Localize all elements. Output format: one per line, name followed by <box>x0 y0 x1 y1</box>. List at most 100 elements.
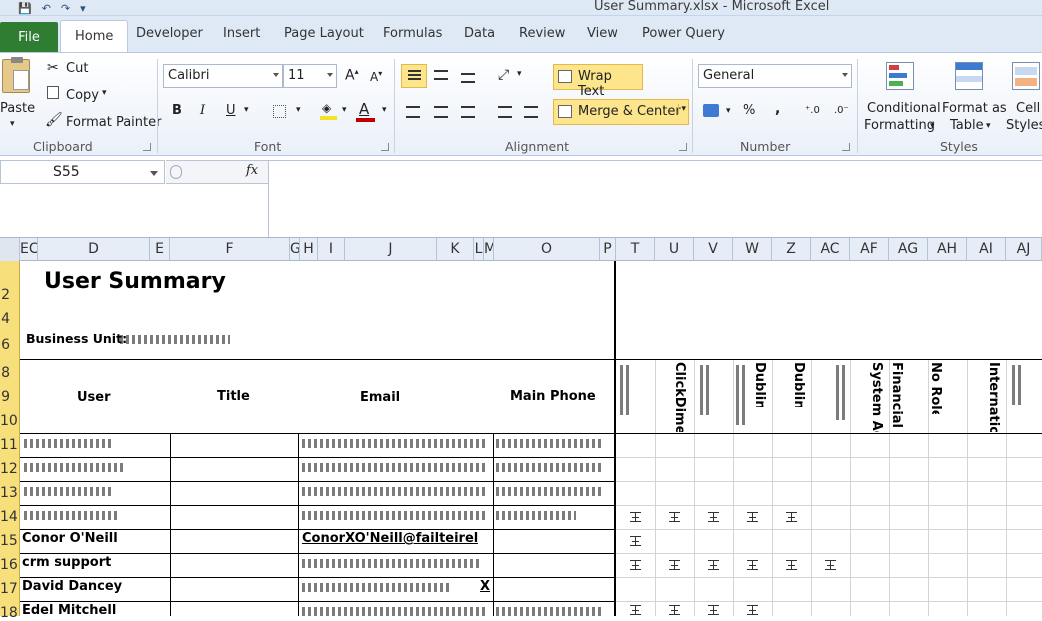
row-header[interactable]: 12 <box>0 461 20 477</box>
orientation-dropdown-icon[interactable]: ▾ <box>517 69 522 79</box>
copy-dropdown-icon[interactable]: ▾ <box>102 88 107 98</box>
accounting-dropdown-icon[interactable]: ▾ <box>726 106 731 116</box>
select-all-corner[interactable] <box>0 238 20 261</box>
tab-file[interactable]: File <box>0 22 58 52</box>
column-header-o[interactable]: O <box>494 238 600 261</box>
tab-insert[interactable]: Insert <box>223 26 260 41</box>
increase-indent-icon[interactable] <box>524 106 538 118</box>
undo-icon[interactable]: ↶ <box>42 2 51 15</box>
conditional-formatting-label-2[interactable]: Formatting <box>864 118 935 133</box>
orientation-icon[interactable]: ⤢ <box>498 67 509 83</box>
row-header[interactable]: 2 <box>0 287 20 303</box>
column-header-ac[interactable]: AC <box>811 238 850 261</box>
copy-button[interactable]: Copy <box>66 88 99 103</box>
column-header-g[interactable]: G <box>290 238 300 261</box>
cell-styles-icon[interactable] <box>1012 62 1040 90</box>
row-header[interactable]: 10 <box>0 413 20 429</box>
column-header-v[interactable]: V <box>694 238 733 261</box>
format-painter-button[interactable]: Format Painter <box>66 115 161 130</box>
tab-home[interactable]: Home <box>60 20 129 53</box>
column-header-u[interactable]: U <box>655 238 694 261</box>
column-header-ag[interactable]: AG <box>889 238 928 261</box>
column-header-j[interactable]: J <box>345 238 437 261</box>
tab-view[interactable]: View <box>587 26 618 41</box>
row-header[interactable]: 15 <box>0 533 20 549</box>
italic-button[interactable]: I <box>200 103 205 118</box>
number-format-select[interactable]: General <box>698 64 852 88</box>
insert-function-button[interactable]: fx <box>246 163 258 178</box>
font-color-dropdown-icon[interactable]: ▾ <box>382 105 387 115</box>
cut-icon[interactable]: ✂ <box>47 60 59 76</box>
align-left-icon[interactable] <box>406 106 420 118</box>
column-header-aj[interactable]: AJ <box>1006 238 1042 261</box>
tab-formulas[interactable]: Formulas <box>383 26 442 41</box>
alignment-launcher-icon[interactable] <box>679 143 687 151</box>
copy-icon[interactable] <box>47 86 59 99</box>
column-header-m[interactable]: M <box>484 238 494 261</box>
column-header-d[interactable]: D <box>38 238 150 261</box>
increase-decimal-icon[interactable]: ⁺.0 <box>805 105 820 116</box>
conditional-formatting-dropdown-icon[interactable]: ▾ <box>930 121 935 131</box>
column-header-i[interactable]: I <box>318 238 345 261</box>
column-header-ec[interactable]: EC <box>20 238 38 261</box>
format-as-table-dropdown-icon[interactable]: ▾ <box>986 121 991 131</box>
row-header[interactable]: 18 <box>0 605 20 621</box>
column-header-p[interactable]: P <box>600 238 616 261</box>
align-right-icon[interactable] <box>461 106 475 118</box>
underline-dropdown-icon[interactable]: ▾ <box>244 105 249 115</box>
column-header-e[interactable]: E <box>150 238 170 261</box>
paste-icon[interactable] <box>2 57 30 93</box>
wrap-text-button[interactable]: Wrap Text <box>553 64 643 99</box>
cell-styles-label-2[interactable]: Styles <box>1006 118 1042 133</box>
number-launcher-icon[interactable] <box>842 143 850 151</box>
customize-qat-icon[interactable]: ▾ <box>80 2 86 15</box>
tab-power-query[interactable]: Power Query <box>642 26 725 41</box>
redo-icon[interactable]: ↷ <box>61 2 70 15</box>
font-name-select[interactable]: Calibri <box>163 64 283 88</box>
column-header-h[interactable]: H <box>300 238 318 261</box>
row-header[interactable]: 17 <box>0 581 20 597</box>
clipboard-launcher-icon[interactable] <box>143 143 151 151</box>
borders-dropdown-icon[interactable]: ▾ <box>296 105 301 115</box>
tab-data[interactable]: Data <box>464 26 495 41</box>
row-header[interactable]: 8 <box>0 365 20 381</box>
column-header-ai[interactable]: AI <box>967 238 1006 261</box>
name-box-dropdown-icon[interactable] <box>150 171 158 176</box>
row-header[interactable]: 11 <box>0 437 20 453</box>
merge-dropdown-icon[interactable]: ▾ <box>678 104 686 114</box>
font-launcher-icon[interactable] <box>381 143 389 151</box>
column-header-af[interactable]: AF <box>850 238 889 261</box>
name-box[interactable]: S55 <box>0 160 165 184</box>
tab-review[interactable]: Review <box>519 26 565 41</box>
column-header-t[interactable]: T <box>616 238 655 261</box>
tab-page-layout[interactable]: Page Layout <box>284 26 364 41</box>
row-header[interactable]: 6 <box>0 337 20 353</box>
percent-style-button[interactable]: % <box>743 103 755 118</box>
row-header[interactable]: 4 <box>0 311 20 327</box>
cell-styles-label[interactable]: Cell <box>1016 101 1040 116</box>
format-as-table-label[interactable]: Format as <box>942 101 1007 116</box>
column-header-f[interactable]: F <box>170 238 290 261</box>
font-size-select[interactable]: 11 <box>283 64 337 88</box>
conditional-formatting-label[interactable]: Conditional <box>867 101 941 116</box>
format-as-table-label-2[interactable]: Table <box>950 118 984 133</box>
paste-dropdown-icon[interactable]: ▾ <box>10 119 15 129</box>
paste-button[interactable]: Paste <box>0 101 35 116</box>
row-header[interactable]: 9 <box>0 389 20 405</box>
format-painter-icon[interactable]: 🖌 <box>45 112 63 128</box>
row-header[interactable]: 13 <box>0 485 20 501</box>
borders-icon[interactable] <box>273 105 286 118</box>
decrease-decimal-icon[interactable]: .0⁻ <box>834 105 849 116</box>
font-color-icon[interactable]: A <box>356 100 375 122</box>
cut-button[interactable]: Cut <box>66 61 88 76</box>
shrink-font-icon[interactable]: A▾ <box>370 69 382 84</box>
underline-button[interactable]: U <box>226 103 236 118</box>
align-center-icon[interactable] <box>434 106 448 118</box>
decrease-indent-icon[interactable] <box>498 106 512 118</box>
grow-font-icon[interactable]: A▴ <box>345 67 359 84</box>
merge-center-button[interactable]: Merge & Center ▾ <box>553 99 689 125</box>
column-header-z[interactable]: Z <box>772 238 811 261</box>
fill-color-dropdown-icon[interactable]: ▾ <box>342 105 347 115</box>
row-header[interactable]: 14 <box>0 509 20 525</box>
column-header-w[interactable]: W <box>733 238 772 261</box>
